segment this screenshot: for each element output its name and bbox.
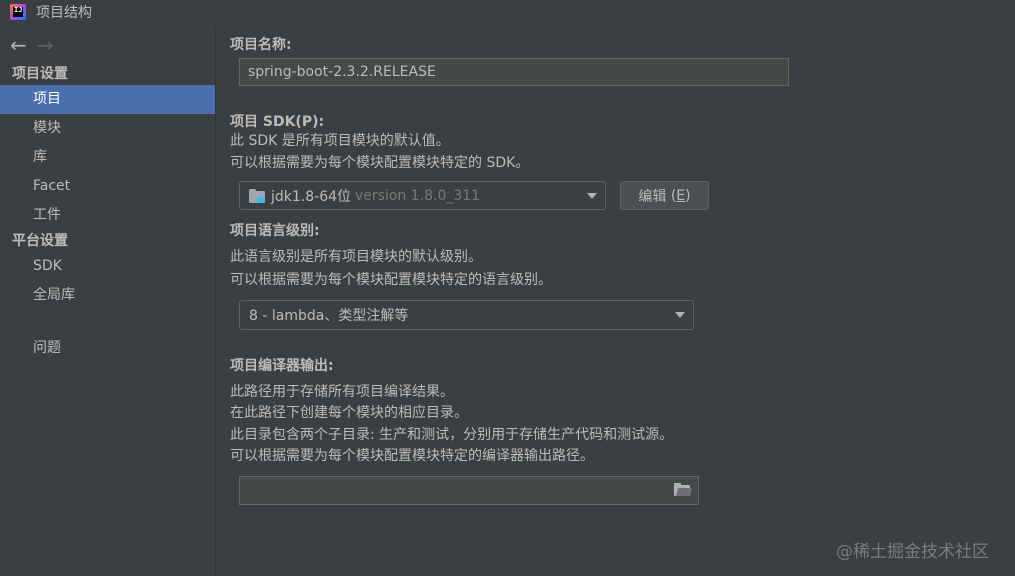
- compiler-output-description-1: 此路径用于存储所有项目编译结果。: [230, 384, 454, 400]
- compiler-output-description-2: 在此路径下创建每个模块的相应目录。: [230, 405, 468, 421]
- compiler-output-input[interactable]: [239, 476, 699, 505]
- sidebar-item-modules[interactable]: 模块: [0, 114, 215, 143]
- compiler-output-description-4: 可以根据需要为每个模块配置模块特定的编译器输出路径。: [230, 448, 594, 464]
- title-bar: IJ 项目结构: [0, 0, 1015, 24]
- language-level-description-1: 此语言级别是所有项目模块的默认级别。: [230, 249, 482, 265]
- edit-button-mnemonic: E: [676, 187, 686, 204]
- sdk-select[interactable]: jdk1.8-64位 version 1.8.0_311: [239, 181, 606, 210]
- app-logo-icon: IJ: [10, 4, 26, 20]
- edit-button-mnemonic-open: (: [666, 187, 677, 204]
- edit-button-mnemonic-close: ): [685, 187, 691, 204]
- chevron-down-icon: [587, 192, 597, 199]
- sidebar-item-libraries[interactable]: 库: [0, 143, 215, 172]
- compiler-output-description-3: 此目录包含两个子目录: 生产和测试，分别用于存储生产代码和测试源。: [230, 427, 674, 443]
- chevron-down-icon: [675, 312, 685, 318]
- watermark: @稀土掘金技术社区: [836, 542, 989, 562]
- sidebar-item-project[interactable]: 项目: [0, 85, 215, 114]
- edit-button-label: 编辑: [638, 188, 667, 205]
- compiler-output-label: 项目编译器输出:: [230, 358, 334, 374]
- main-panel: 项目名称: spring-boot-2.3.2.RELEASE 项目 SDK(P…: [217, 27, 1015, 576]
- nav-arrows: ← →: [0, 27, 215, 63]
- sdk-description-1: 此 SDK 是所有项目模块的默认值。: [230, 133, 450, 149]
- project-sdk-label: 项目 SDK(P):: [230, 114, 325, 130]
- language-level-description-2: 可以根据需要为每个模块配置模块特定的语言级别。: [230, 272, 552, 288]
- project-name-input[interactable]: spring-boot-2.3.2.RELEASE: [239, 58, 789, 86]
- project-name-value: spring-boot-2.3.2.RELEASE: [248, 64, 436, 80]
- sdk-version: version 1.8.0_311: [355, 187, 481, 204]
- language-level-label: 项目语言级别:: [230, 223, 320, 239]
- sdk-selected-value: jdk1.8-64位: [271, 188, 352, 205]
- sidebar-item-artifacts[interactable]: 工件: [0, 201, 215, 230]
- forward-arrow-icon[interactable]: →: [37, 33, 54, 57]
- section-header-platform-settings: 平台设置: [12, 233, 68, 249]
- project-name-label: 项目名称:: [230, 37, 292, 53]
- section-header-project-settings: 项目设置: [12, 66, 68, 82]
- sidebar-item-sdk[interactable]: SDK: [0, 252, 215, 281]
- sidebar-item-facet[interactable]: Facet: [0, 172, 215, 201]
- sidebar-item-problems[interactable]: 问题: [0, 334, 215, 363]
- sdk-folder-icon: [249, 188, 267, 203]
- language-level-select[interactable]: 8 - lambda、类型注解等: [239, 300, 694, 330]
- edit-sdk-button[interactable]: 编辑 (E): [620, 181, 709, 210]
- sdk-description-2: 可以根据需要为每个模块配置模块特定的 SDK。: [230, 155, 530, 171]
- sidebar: ← → 项目设置 项目 模块 库 Facet 工件 平台设置 SDK 全局库 问…: [0, 27, 216, 576]
- language-level-selected-value: 8 - lambda、类型注解等: [249, 308, 409, 324]
- sidebar-item-global-libraries[interactable]: 全局库: [0, 281, 215, 310]
- window-title: 项目结构: [36, 5, 92, 21]
- back-arrow-icon[interactable]: ←: [10, 33, 27, 57]
- browse-folder-icon[interactable]: [674, 483, 693, 497]
